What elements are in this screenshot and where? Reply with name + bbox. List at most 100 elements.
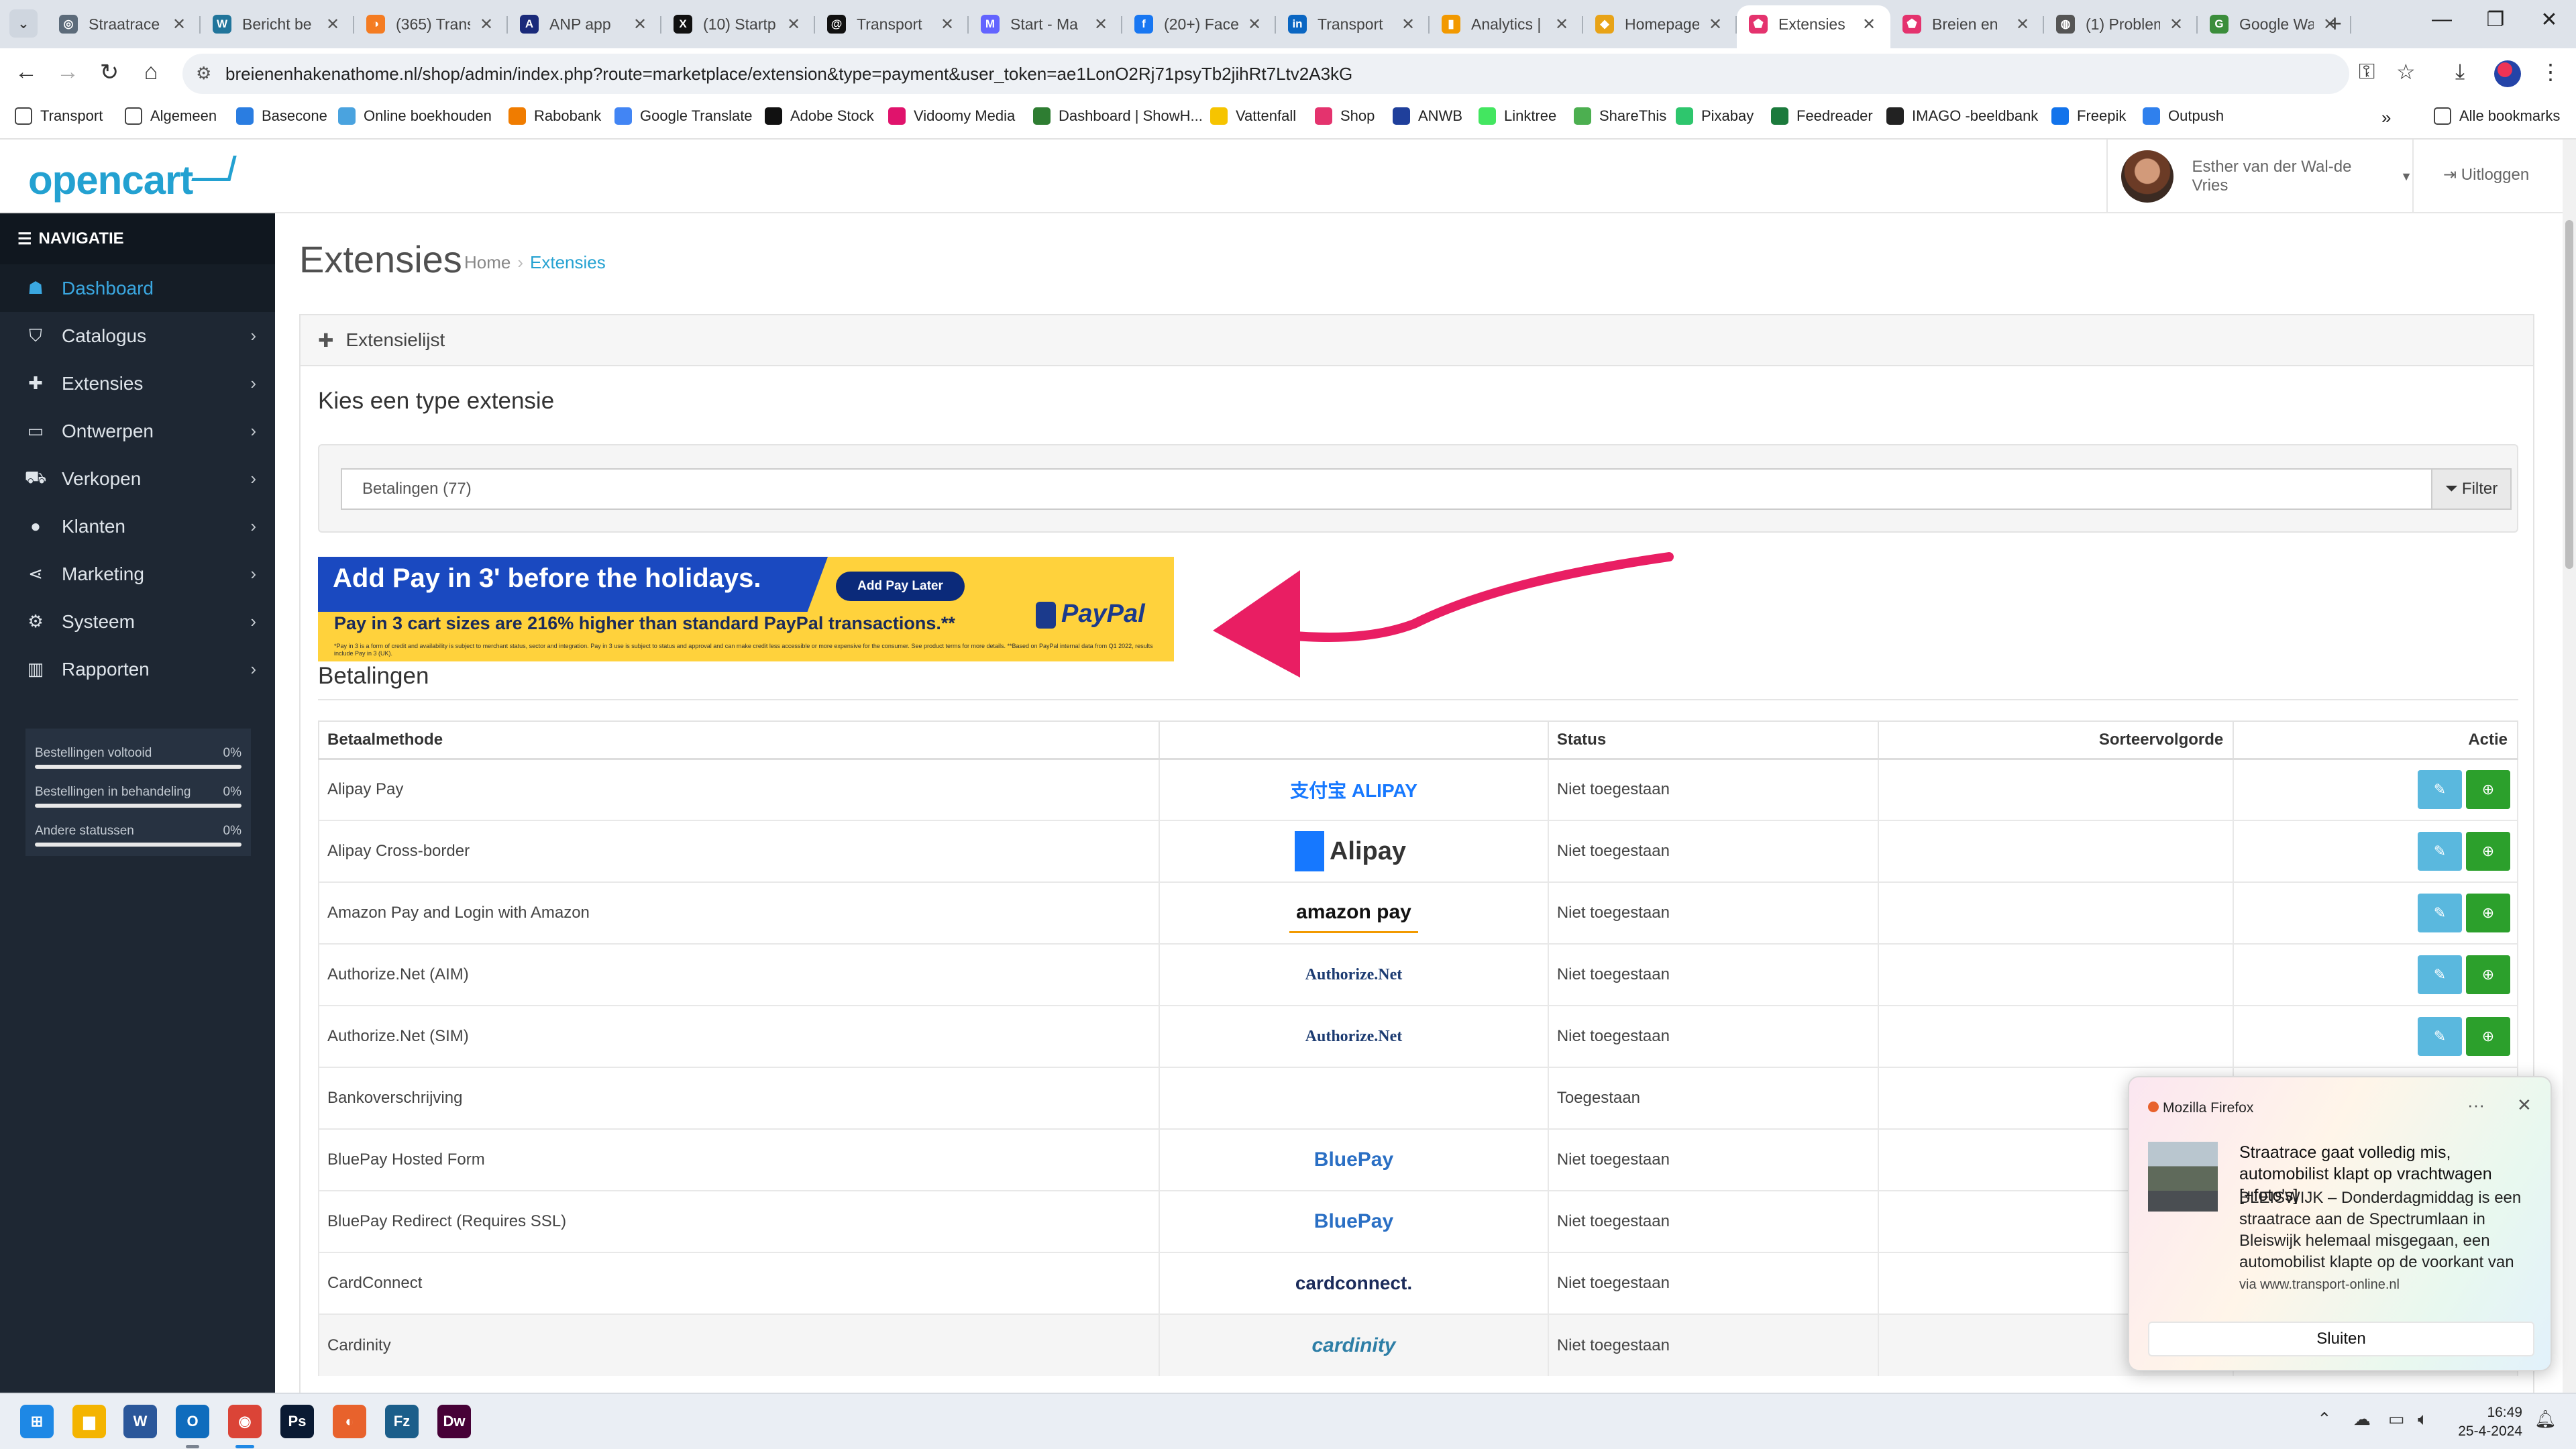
- bookmark-item[interactable]: Vattenfall: [1210, 107, 1296, 125]
- bookmark-item[interactable]: IMAGO -beeldbank: [1886, 107, 2038, 125]
- more-bookmarks-icon[interactable]: »: [2381, 107, 2391, 128]
- install-button[interactable]: ⊕: [2466, 832, 2510, 871]
- browser-tab[interactable]: A ANP app ✕: [508, 5, 661, 43]
- sidebar-item-systeem[interactable]: ⚙ Systeem ›: [0, 598, 275, 645]
- install-button[interactable]: ⊕: [2466, 894, 2510, 932]
- site-info-icon[interactable]: ⚙: [196, 63, 211, 84]
- bookmark-item[interactable]: Google Translate: [614, 107, 753, 125]
- sidebar-item-dashboard[interactable]: ☗ Dashboard: [0, 264, 275, 312]
- browser-tab[interactable]: f (20+) Face ✕: [1122, 5, 1276, 43]
- system-clock[interactable]: 16:49 25-4-2024: [2442, 1403, 2522, 1441]
- close-window-icon[interactable]: ✕: [2529, 8, 2569, 32]
- tab-close-icon[interactable]: ✕: [477, 15, 496, 34]
- col-header-status[interactable]: Status: [1547, 720, 1879, 760]
- edit-button[interactable]: ✎: [2418, 832, 2462, 871]
- taskbar-chrome-icon[interactable]: ◉: [228, 1405, 262, 1438]
- extension-type-select[interactable]: Betalingen (77) ⌄: [341, 468, 2474, 510]
- scrollbar-thumb[interactable]: [2565, 220, 2573, 569]
- browser-tab[interactable]: ▮ Analytics | ✕: [1430, 5, 1583, 43]
- address-bar[interactable]: ⚙ breienenhakenathome.nl/shop/admin/inde…: [182, 54, 2349, 94]
- breadcrumb-home[interactable]: Home: [464, 252, 511, 272]
- taskbar-outlook-icon[interactable]: O: [176, 1405, 209, 1438]
- bookmark-item[interactable]: Online boekhouden: [338, 107, 492, 125]
- tab-close-icon[interactable]: ✕: [1706, 15, 1725, 34]
- tab-close-icon[interactable]: ✕: [631, 15, 649, 34]
- install-button[interactable]: ⊕: [2466, 955, 2510, 994]
- password-key-icon[interactable]: ⚿: [2359, 59, 2375, 85]
- close-icon[interactable]: ✕: [2517, 1095, 2532, 1116]
- bookmark-item[interactable]: Basecone: [236, 107, 327, 125]
- bookmark-item[interactable]: Vidoomy Media: [888, 107, 1015, 125]
- bookmark-item[interactable]: Pixabay: [1676, 107, 1754, 125]
- tab-close-icon[interactable]: ✕: [170, 15, 189, 34]
- bookmark-item[interactable]: Algemeen: [125, 107, 217, 125]
- edit-button[interactable]: ✎: [2418, 770, 2462, 810]
- sidebar-item-marketing[interactable]: ⋖ Marketing ›: [0, 550, 275, 598]
- browser-tab[interactable]: M Start - Ma ✕: [969, 5, 1122, 43]
- notification-close-button[interactable]: Sluiten: [2148, 1322, 2534, 1356]
- tab-close-icon[interactable]: ✕: [784, 15, 803, 34]
- add-pay-later-button[interactable]: Add Pay Later: [836, 572, 965, 601]
- all-bookmarks-button[interactable]: Alle bookmarks: [2434, 107, 2560, 125]
- bookmark-item[interactable]: Dashboard | ShowH...: [1033, 107, 1203, 125]
- download-icon[interactable]: ⤓: [2455, 59, 2465, 85]
- logout-link[interactable]: ⇥ Uitloggen: [2443, 165, 2529, 184]
- forward-icon[interactable]: →: [51, 59, 85, 85]
- firefox-notification[interactable]: Mozilla Firefox ··· ✕ Straatrace gaat vo…: [2128, 1076, 2552, 1371]
- sidebar-item-extensies[interactable]: ✚ Extensies ›: [0, 360, 275, 407]
- more-options-icon[interactable]: ···: [2467, 1095, 2485, 1116]
- bookmark-item[interactable]: Freepik: [2051, 107, 2126, 125]
- bookmark-item[interactable]: Shop: [1315, 107, 1375, 125]
- tab-search-dropdown[interactable]: ⌄: [9, 9, 38, 38]
- breadcrumb-current[interactable]: Extensies: [530, 252, 606, 272]
- col-header-sort-order[interactable]: Sorteervolgorde: [1877, 720, 2235, 760]
- edit-button[interactable]: ✎: [2418, 1017, 2462, 1056]
- sidebar-item-catalogus[interactable]: ⛉ Catalogus ›: [0, 312, 275, 360]
- tab-close-icon[interactable]: ✕: [1245, 15, 1264, 34]
- browser-tab[interactable]: ◎ Straatrace ✕: [47, 5, 201, 43]
- bookmark-item[interactable]: Transport: [15, 107, 103, 125]
- edit-button[interactable]: ✎: [2418, 955, 2462, 994]
- sidebar-item-klanten[interactable]: ● Klanten ›: [0, 502, 275, 550]
- browser-tab[interactable]: ⬟ Extensies ✕: [1737, 5, 1890, 48]
- tab-close-icon[interactable]: ✕: [938, 15, 957, 34]
- notification-bell-icon[interactable]: 🔔︎: [2534, 1409, 2557, 1430]
- home-icon[interactable]: ⌂: [134, 59, 168, 85]
- col-header-method[interactable]: Betaalmethode: [317, 720, 1161, 760]
- volume-icon[interactable]: 🔈︎: [2418, 1409, 2428, 1430]
- network-icon[interactable]: ▭: [2388, 1409, 2405, 1430]
- browser-menu-icon[interactable]: ⋮: [2540, 59, 2561, 85]
- taskbar-word-icon[interactable]: W: [123, 1405, 157, 1438]
- minimize-icon[interactable]: —: [2422, 8, 2462, 31]
- bookmark-item[interactable]: Feedreader: [1771, 107, 1873, 125]
- bookmark-item[interactable]: ANWB: [1393, 107, 1462, 125]
- bookmark-item[interactable]: Outpush: [2143, 107, 2224, 125]
- browser-tab[interactable]: ⬟ Breien en ✕: [1890, 5, 2044, 43]
- sidebar-item-ontwerpen[interactable]: ▭ Ontwerpen ›: [0, 407, 275, 455]
- taskbar-dreamweaver-icon[interactable]: Dw: [437, 1405, 471, 1438]
- taskbar-firefox-icon[interactable]: ◐: [333, 1405, 366, 1438]
- tab-close-icon[interactable]: ✕: [2167, 15, 2186, 34]
- taskbar-start-icon[interactable]: ⊞: [20, 1405, 54, 1438]
- sidebar-item-verkopen[interactable]: ⛟ Verkopen ›: [0, 455, 275, 502]
- paypal-promo-banner[interactable]: Add Pay in 3' before the holidays. Add P…: [318, 557, 1174, 661]
- bookmark-star-icon[interactable]: ☆: [2396, 59, 2416, 85]
- tab-close-icon[interactable]: ✕: [1399, 15, 1417, 34]
- back-icon[interactable]: ←: [9, 59, 43, 85]
- browser-tab[interactable]: ◆ Homepage ✕: [1583, 5, 1737, 43]
- tab-close-icon[interactable]: ✕: [1091, 15, 1110, 34]
- install-button[interactable]: ⊕: [2466, 770, 2510, 810]
- bookmark-item[interactable]: Linktree: [1479, 107, 1556, 125]
- user-menu-dropdown[interactable]: Esther van der Wal-de Vries ▼: [2106, 140, 2414, 213]
- new-tab-button[interactable]: +: [2328, 9, 2342, 38]
- taskbar-photoshop-icon[interactable]: Ps: [280, 1405, 314, 1438]
- opencart-logo[interactable]: opencart: [28, 157, 193, 203]
- tab-close-icon[interactable]: ✕: [2013, 15, 2032, 34]
- browser-tab[interactable]: ◑ (365) Trans ✕: [354, 5, 508, 43]
- cloud-icon[interactable]: ☁: [2353, 1409, 2371, 1430]
- install-button[interactable]: ⊕: [2466, 1017, 2510, 1056]
- bookmark-item[interactable]: Rabobank: [508, 107, 601, 125]
- reload-icon[interactable]: ↻: [93, 59, 126, 86]
- page-scrollbar[interactable]: [2563, 140, 2576, 1393]
- navigation-toggle[interactable]: ☰ NAVIGATIE: [0, 213, 275, 264]
